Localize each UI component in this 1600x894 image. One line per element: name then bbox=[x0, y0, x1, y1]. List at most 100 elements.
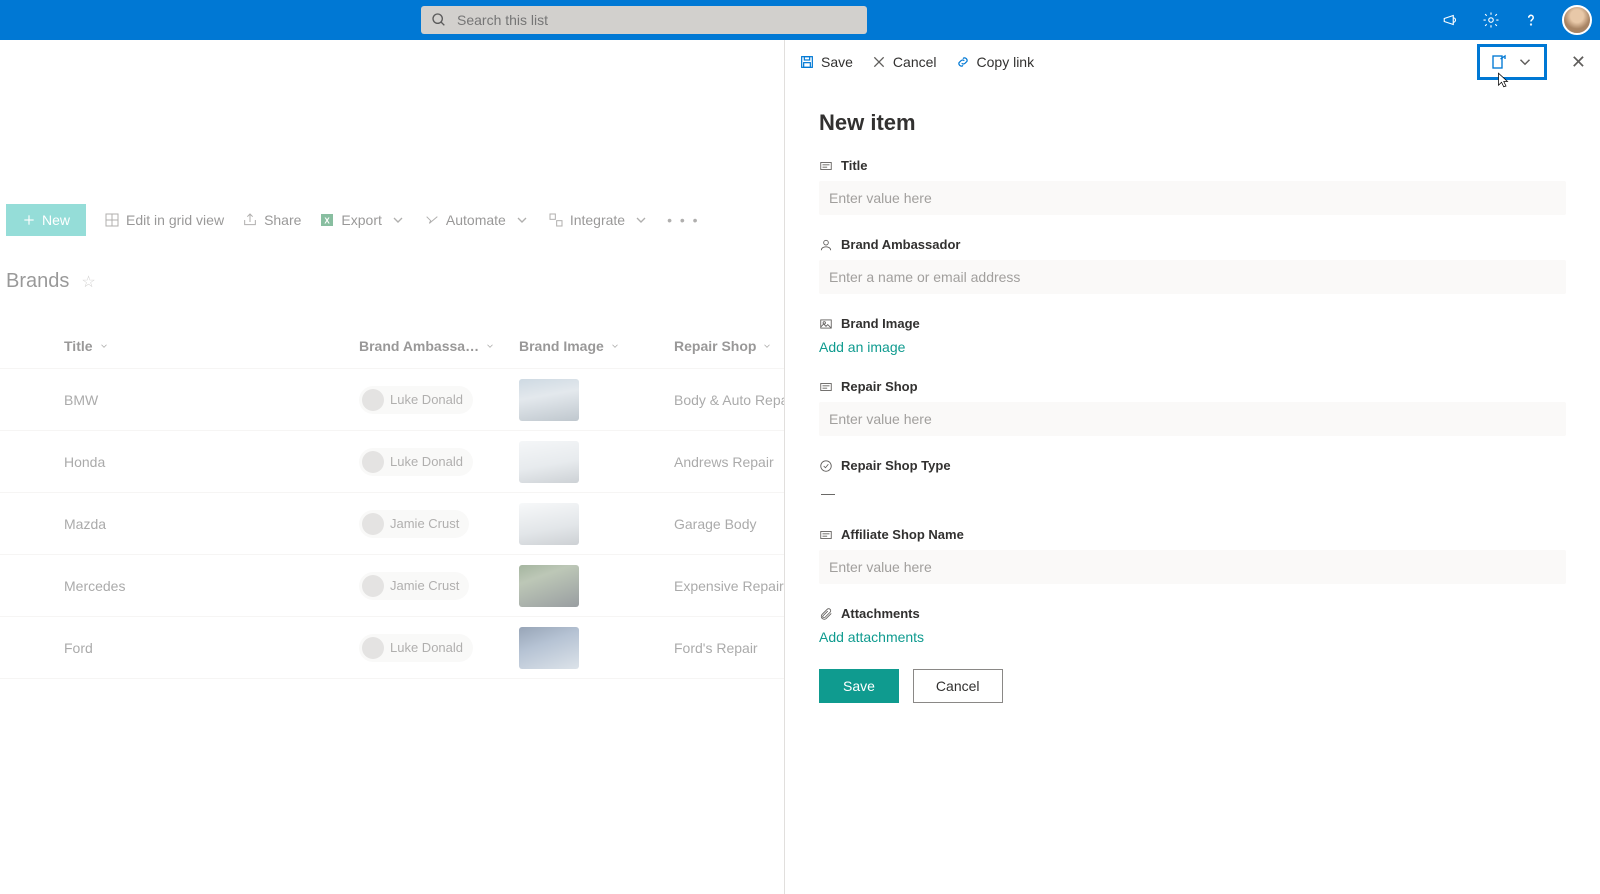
field-affiliate-label: Affiliate Shop Name bbox=[841, 527, 964, 542]
save-icon bbox=[799, 54, 815, 70]
attachment-icon bbox=[819, 607, 833, 621]
row-ambassador: Jamie Crust bbox=[359, 510, 519, 538]
title-input[interactable] bbox=[819, 181, 1566, 215]
share-label: Share bbox=[264, 212, 301, 228]
export-label: Export bbox=[341, 212, 381, 228]
shop-input[interactable] bbox=[819, 402, 1566, 436]
save-button[interactable]: Save bbox=[819, 669, 899, 703]
panel-cancel-label: Cancel bbox=[893, 54, 937, 70]
field-title-label: Title bbox=[841, 158, 868, 173]
export-button[interactable]: X Export bbox=[319, 212, 405, 228]
person-icon bbox=[819, 238, 833, 252]
affiliate-input[interactable] bbox=[819, 550, 1566, 584]
plus-icon bbox=[22, 213, 36, 227]
text-icon bbox=[819, 528, 833, 542]
add-attachments-link[interactable]: Add attachments bbox=[819, 629, 924, 645]
chevron-down-icon bbox=[485, 341, 495, 351]
svg-text:X: X bbox=[325, 216, 331, 225]
chevron-down-icon bbox=[390, 212, 406, 228]
automate-button[interactable]: Automate bbox=[424, 212, 530, 228]
panel-toolbar: Save Cancel Copy link ✕ bbox=[785, 40, 1600, 84]
favorite-star-icon[interactable]: ☆ bbox=[81, 272, 95, 292]
ambassador-input[interactable] bbox=[819, 260, 1566, 294]
row-title: Honda bbox=[64, 454, 359, 470]
share-button[interactable]: Share bbox=[242, 212, 301, 228]
col-ambassador[interactable]: Brand Ambassa… bbox=[359, 338, 519, 354]
row-title: Mercedes bbox=[64, 578, 359, 594]
search-container[interactable] bbox=[421, 6, 867, 34]
top-bar bbox=[0, 0, 1600, 40]
col-title[interactable]: Title bbox=[64, 338, 359, 354]
link-icon bbox=[955, 54, 971, 70]
search-icon bbox=[431, 12, 447, 28]
row-image bbox=[519, 627, 674, 669]
close-icon bbox=[871, 54, 887, 70]
panel-cancel-action[interactable]: Cancel bbox=[871, 54, 937, 70]
form-edit-dropdown[interactable] bbox=[1477, 44, 1547, 80]
integrate-icon bbox=[548, 212, 564, 228]
field-title: Title bbox=[819, 158, 1566, 215]
chevron-down-icon bbox=[1516, 53, 1534, 71]
help-icon[interactable] bbox=[1522, 11, 1540, 29]
panel-save-action[interactable]: Save bbox=[799, 54, 853, 70]
panel-body: New item Title Brand Ambassador Brand Im… bbox=[785, 84, 1600, 703]
shoptype-value[interactable]: — bbox=[819, 481, 1566, 505]
field-image-label: Brand Image bbox=[841, 316, 920, 331]
edit-grid-label: Edit in grid view bbox=[126, 212, 224, 228]
choice-icon bbox=[819, 459, 833, 473]
share-icon bbox=[242, 212, 258, 228]
row-image bbox=[519, 379, 674, 421]
chevron-down-icon bbox=[514, 212, 530, 228]
more-menu[interactable]: • • • bbox=[667, 212, 699, 228]
field-ambassador: Brand Ambassador bbox=[819, 237, 1566, 294]
field-attachments: Attachments Add attachments bbox=[819, 606, 1566, 647]
field-shoptype: Repair Shop Type — bbox=[819, 458, 1566, 505]
field-shop: Repair Shop bbox=[819, 379, 1566, 436]
field-attachments-label: Attachments bbox=[841, 606, 920, 621]
text-icon bbox=[819, 159, 833, 173]
panel-title: New item bbox=[819, 110, 1566, 136]
chevron-down-icon bbox=[99, 341, 109, 351]
field-shoptype-label: Repair Shop Type bbox=[841, 458, 951, 473]
panel-copylink-label: Copy link bbox=[977, 54, 1035, 70]
megaphone-icon[interactable] bbox=[1442, 11, 1460, 29]
list-title: Brands bbox=[6, 270, 69, 293]
row-title: Mazda bbox=[64, 516, 359, 532]
field-affiliate: Affiliate Shop Name bbox=[819, 527, 1566, 584]
new-button[interactable]: New bbox=[6, 204, 86, 236]
image-icon bbox=[819, 317, 833, 331]
integrate-label: Integrate bbox=[570, 212, 625, 228]
row-ambassador: Luke Donald bbox=[359, 634, 519, 662]
row-title: BMW bbox=[64, 392, 359, 408]
col-image[interactable]: Brand Image bbox=[519, 338, 674, 354]
row-image bbox=[519, 441, 674, 483]
text-icon bbox=[819, 380, 833, 394]
chevron-down-icon bbox=[633, 212, 649, 228]
chevron-down-icon bbox=[762, 341, 772, 351]
row-image bbox=[519, 503, 674, 545]
field-image: Brand Image Add an image bbox=[819, 316, 1566, 357]
excel-icon: X bbox=[319, 212, 335, 228]
cancel-button[interactable]: Cancel bbox=[913, 669, 1003, 703]
row-image bbox=[519, 565, 674, 607]
panel-copylink-action[interactable]: Copy link bbox=[955, 54, 1035, 70]
search-input[interactable] bbox=[457, 12, 857, 28]
add-image-link[interactable]: Add an image bbox=[819, 339, 905, 355]
grid-icon bbox=[104, 212, 120, 228]
row-title: Ford bbox=[64, 640, 359, 656]
chevron-down-icon bbox=[610, 341, 620, 351]
edit-grid-button[interactable]: Edit in grid view bbox=[104, 212, 224, 228]
panel-save-label: Save bbox=[821, 54, 853, 70]
row-ambassador: Luke Donald bbox=[359, 386, 519, 414]
gear-icon[interactable] bbox=[1482, 11, 1500, 29]
new-label: New bbox=[42, 212, 70, 228]
user-avatar[interactable] bbox=[1562, 5, 1592, 35]
row-ambassador: Jamie Crust bbox=[359, 572, 519, 600]
field-ambassador-label: Brand Ambassador bbox=[841, 237, 960, 252]
field-shop-label: Repair Shop bbox=[841, 379, 918, 394]
panel-close-button[interactable]: ✕ bbox=[1571, 52, 1586, 73]
top-icons bbox=[1442, 5, 1592, 35]
new-item-panel: Save Cancel Copy link ✕ New item Title B… bbox=[784, 40, 1600, 894]
integrate-button[interactable]: Integrate bbox=[548, 212, 649, 228]
row-ambassador: Luke Donald bbox=[359, 448, 519, 476]
